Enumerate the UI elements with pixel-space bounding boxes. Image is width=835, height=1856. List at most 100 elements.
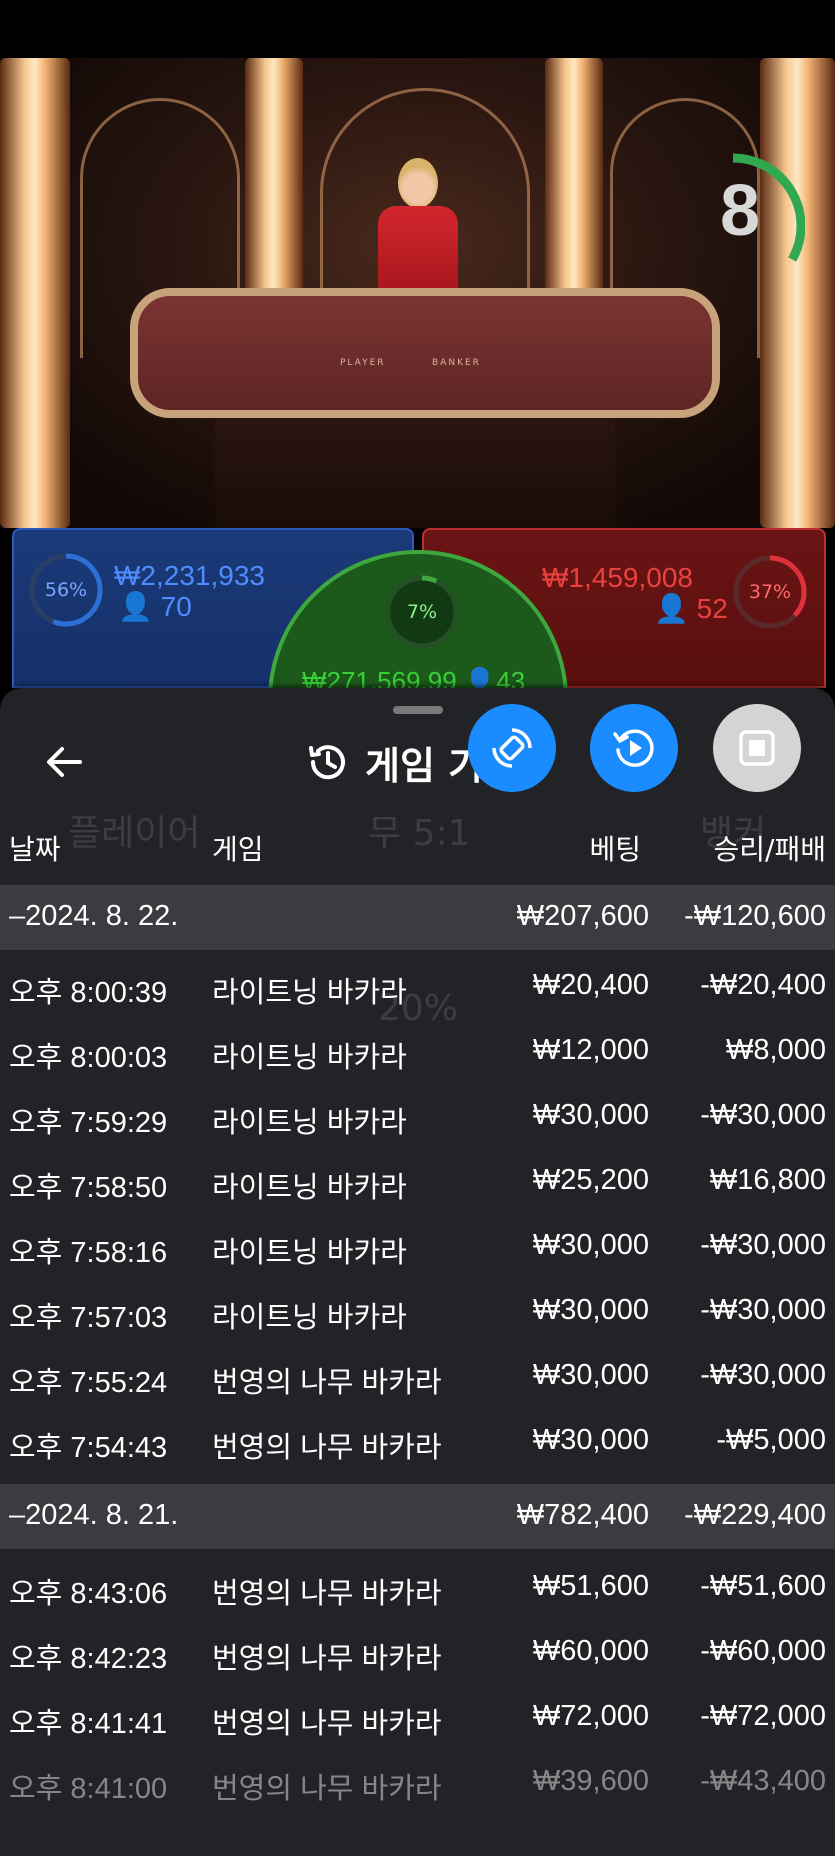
row-result: ₩16,800 xyxy=(709,1164,826,1196)
group-date: –2024. 8. 21. xyxy=(9,1499,179,1531)
game-history-sheet: 플레이어 무 5:1 뱅커 20% 게임 기 날짜 게임 베팅 승리/패배 –2… xyxy=(0,688,835,1856)
rotate-icon xyxy=(492,728,532,768)
column-bet: 베팅 xyxy=(589,833,641,866)
row-result: -₩30,000 xyxy=(700,1359,826,1391)
row-result: -₩43,400 xyxy=(700,1765,826,1797)
row-result: -₩30,000 xyxy=(700,1099,826,1131)
row-time: 오후 7:59:29 xyxy=(9,1107,168,1139)
row-bet: ₩39,600 xyxy=(532,1765,649,1797)
row-bet: ₩20,400 xyxy=(532,969,649,1001)
history-row[interactable]: 오후 7:58:16 라이트닝 바카라 ₩30,000 -₩30,000 xyxy=(0,1215,835,1280)
row-time: 오후 7:58:16 xyxy=(9,1237,168,1269)
date-group-row[interactable]: –2024. 8. 21. ₩782,400 -₩229,400 xyxy=(0,1484,835,1549)
arrow-left-icon xyxy=(47,747,82,777)
row-bet: ₩72,000 xyxy=(532,1700,649,1732)
banker-percent-ring: 37% xyxy=(732,554,808,630)
history-table-header: 날짜 게임 베팅 승리/패배 xyxy=(0,818,835,873)
row-result: ₩8,000 xyxy=(726,1034,826,1066)
row-result: -₩60,000 xyxy=(700,1635,826,1667)
stop-icon xyxy=(739,730,775,766)
row-game: 번영의 나무 바카라 xyxy=(212,1432,442,1464)
tie-percent-ring: 7% xyxy=(384,574,460,650)
row-time: 오후 7:57:03 xyxy=(9,1302,168,1334)
row-time: 오후 8:43:06 xyxy=(9,1578,168,1610)
row-bet: ₩30,000 xyxy=(532,1424,649,1456)
history-row[interactable]: 오후 8:42:23 번영의 나무 바카라 ₩60,000 -₩60,000 xyxy=(0,1621,835,1686)
row-result: -₩20,400 xyxy=(700,969,826,1001)
column-result: 승리/패배 xyxy=(713,833,826,866)
row-bet: ₩30,000 xyxy=(532,1359,649,1391)
stop-button[interactable] xyxy=(713,704,801,792)
player-count: 👤 70 xyxy=(118,591,192,622)
row-result: -₩30,000 xyxy=(700,1229,826,1261)
group-bet-total: ₩782,400 xyxy=(516,1499,649,1531)
row-bet: ₩30,000 xyxy=(532,1294,649,1326)
banker-count: 👤 52 xyxy=(654,593,728,624)
person-icon: 👤 xyxy=(118,591,153,622)
history-row[interactable]: 오후 8:00:39 라이트닝 바카라 ₩20,400 -₩20,400 xyxy=(0,955,835,1020)
sheet-drag-handle[interactable] xyxy=(393,706,443,714)
live-video: PLAYER BANKER 8 xyxy=(0,58,835,528)
row-game: 번영의 나무 바카라 xyxy=(212,1643,442,1675)
row-game: 라이트닝 바카라 xyxy=(212,977,407,1009)
row-time: 오후 8:41:41 xyxy=(9,1708,168,1740)
history-row[interactable]: 오후 7:59:29 라이트닝 바카라 ₩30,000 -₩30,000 xyxy=(0,1085,835,1150)
row-time: 오후 7:54:43 xyxy=(9,1432,168,1464)
row-time: 오후 8:00:03 xyxy=(9,1042,168,1074)
sheet-title-text: 게임 기 xyxy=(365,743,484,788)
row-game: 번영의 나무 바카라 xyxy=(212,1773,442,1805)
baccarat-table xyxy=(130,288,720,418)
replay-button[interactable] xyxy=(590,704,678,792)
tie-percent: 7% xyxy=(406,601,438,623)
history-row[interactable]: 오후 8:00:03 라이트닝 바카라 ₩12,000 ₩8,000 xyxy=(0,1020,835,1085)
table-label-player: PLAYER xyxy=(340,358,386,368)
row-bet: ₩25,200 xyxy=(532,1164,649,1196)
row-result: -₩51,600 xyxy=(700,1570,826,1602)
row-time: 오후 7:58:50 xyxy=(9,1172,168,1204)
group-bet-total: ₩207,600 xyxy=(516,900,649,932)
row-bet: ₩30,000 xyxy=(532,1099,649,1131)
player-percent-ring: 56% xyxy=(28,552,104,628)
column-date: 날짜 xyxy=(9,833,61,866)
banker-amount: ₩1,459,008 xyxy=(542,562,693,593)
table-base xyxy=(215,418,615,528)
banker-percent: 37% xyxy=(748,581,792,603)
table-label-banker: BANKER xyxy=(432,358,481,368)
row-bet: ₩12,000 xyxy=(532,1034,649,1066)
player-amount: ₩2,231,933 xyxy=(114,560,265,591)
history-row[interactable]: 오후 7:54:43 번영의 나무 바카라 ₩30,000 -₩5,000 xyxy=(0,1410,835,1475)
rotate-screen-button[interactable] xyxy=(468,704,556,792)
date-group-row[interactable]: –2024. 8. 22. ₩207,600 -₩120,600 xyxy=(0,885,835,950)
row-game: 라이트닝 바카라 xyxy=(212,1042,407,1074)
row-result: -₩30,000 xyxy=(700,1294,826,1326)
history-row[interactable]: 오후 7:55:24 번영의 나무 바카라 ₩30,000 -₩30,000 xyxy=(0,1345,835,1410)
row-bet: ₩30,000 xyxy=(532,1229,649,1261)
countdown-timer: 8 xyxy=(685,148,805,288)
row-game: 번영의 나무 바카라 xyxy=(212,1708,442,1740)
row-bet: ₩60,000 xyxy=(532,1635,649,1667)
row-game: 라이트닝 바카라 xyxy=(212,1172,407,1204)
row-game: 라이트닝 바카라 xyxy=(212,1107,407,1139)
row-game: 라이트닝 바카라 xyxy=(212,1302,407,1334)
row-game: 라이트닝 바카라 xyxy=(212,1237,407,1269)
column-game: 게임 xyxy=(212,833,264,866)
row-bet: ₩51,600 xyxy=(532,1570,649,1602)
history-row[interactable]: 오후 8:43:06 번영의 나무 바카라 ₩51,600 -₩51,600 xyxy=(0,1556,835,1621)
light-pillar xyxy=(0,58,70,528)
group-result-total: -₩229,400 xyxy=(684,1499,826,1531)
back-button[interactable] xyxy=(40,738,88,786)
row-time: 오후 8:00:39 xyxy=(9,977,168,1009)
replay-icon xyxy=(613,729,654,767)
sheet-title: 게임 기 xyxy=(305,734,483,790)
history-row[interactable]: 오후 7:58:50 라이트닝 바카라 ₩25,200 ₩16,800 xyxy=(0,1150,835,1215)
history-row[interactable]: 오후 8:41:41 번영의 나무 바카라 ₩72,000 -₩72,000 xyxy=(0,1686,835,1751)
history-row[interactable]: 오후 7:57:03 라이트닝 바카라 ₩30,000 -₩30,000 xyxy=(0,1280,835,1345)
row-result: -₩5,000 xyxy=(716,1424,826,1456)
group-date: –2024. 8. 22. xyxy=(9,900,179,932)
row-result: -₩72,000 xyxy=(700,1700,826,1732)
row-game: 번영의 나무 바카라 xyxy=(212,1367,442,1399)
row-time: 오후 7:55:24 xyxy=(9,1367,168,1399)
person-icon: 👤 xyxy=(654,593,689,624)
history-row[interactable]: 오후 8:41:00 번영의 나무 바카라 ₩39,600 -₩43,400 xyxy=(0,1751,835,1816)
row-game: 번영의 나무 바카라 xyxy=(212,1578,442,1610)
